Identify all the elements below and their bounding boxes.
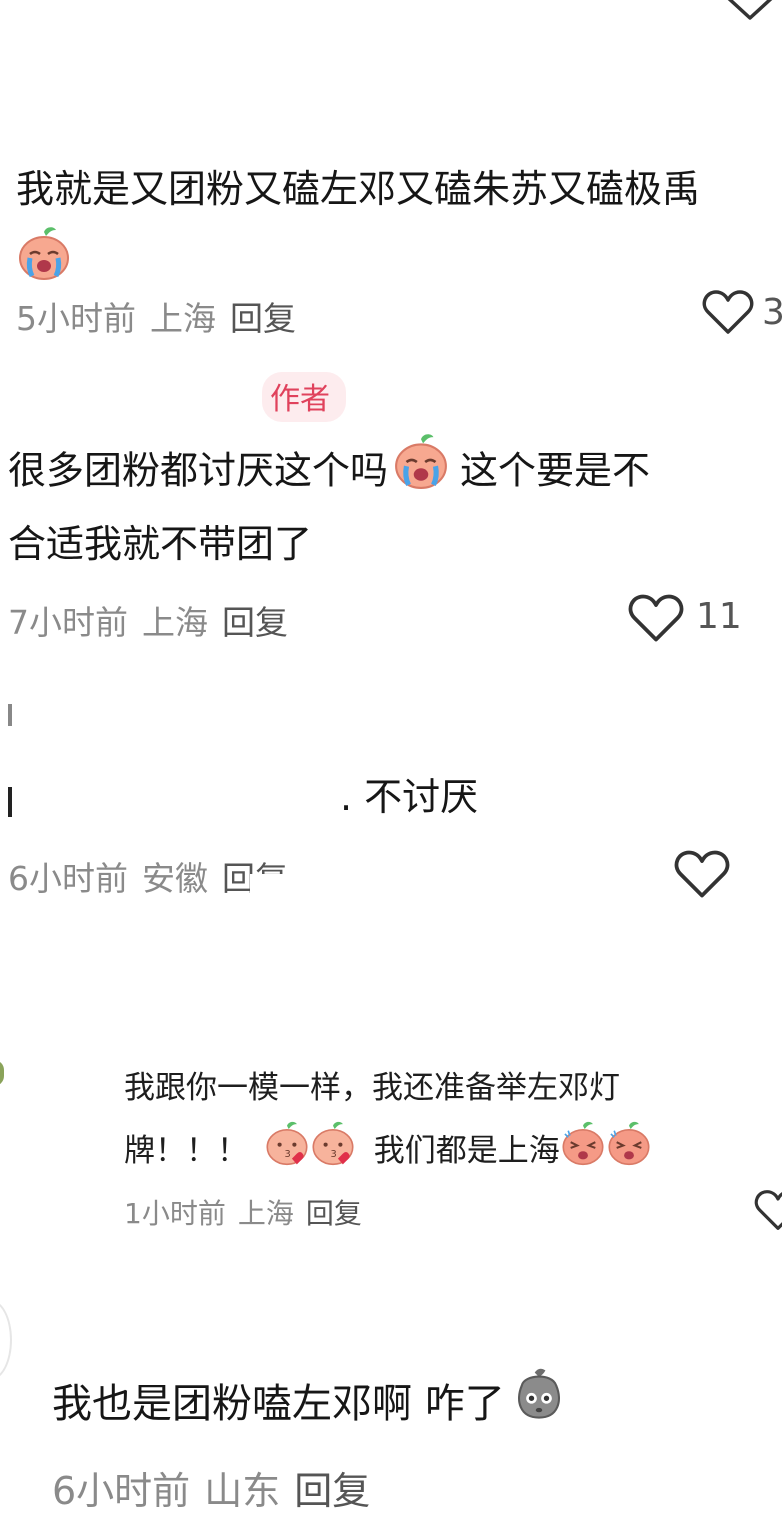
kissing-peach-emoji: 3 <box>264 1120 310 1185</box>
heart-outline-icon[interactable] <box>674 848 730 900</box>
reply-line-2: 牌！！！ 3 3 我们都是上海 <box>124 1120 652 1185</box>
like-count: 11 <box>696 596 742 637</box>
heart-outline-icon[interactable] <box>754 1188 782 1232</box>
avatar[interactable] <box>0 1300 12 1380</box>
reply-button[interactable]: 回复 <box>306 1197 362 1230</box>
crying-peach-emoji <box>390 433 452 513</box>
comment-time: 5小时前 <box>16 299 136 338</box>
comment-1-text: 我就是又团粉又磕左邓又磕朱苏又磕极禹 <box>16 167 701 211</box>
comment-time: 7小时前 <box>8 603 128 642</box>
chevron-down-icon[interactable] <box>722 0 778 28</box>
redaction-overlay <box>250 874 340 904</box>
comment-5-meta: 6小时前 山东 回复 <box>52 1460 384 1515</box>
reply-line-1: 我跟你一模一样，我还准备举左邓灯 <box>124 1070 620 1106</box>
comment-location: 上海 <box>142 603 208 642</box>
svg-text:3: 3 <box>284 1149 290 1160</box>
svg-text:3: 3 <box>330 1149 336 1160</box>
comment-2-line-2: 合适我就不带团了 <box>8 522 313 566</box>
comment-time: 1小时前 <box>124 1197 226 1230</box>
crying-peach-emoji <box>16 226 72 284</box>
kissing-peach-emoji: 3 <box>310 1120 356 1185</box>
angry-peach-emoji <box>560 1120 606 1185</box>
heart-outline-icon[interactable] <box>628 592 684 644</box>
heart-outline-icon[interactable] <box>702 288 754 336</box>
like-count: 3 <box>762 292 782 333</box>
reply-button[interactable]: 回复 <box>230 299 296 338</box>
redacted-username <box>8 704 12 726</box>
comment-time: 6小时前 <box>8 859 128 898</box>
reply-button[interactable]: 回复 <box>222 603 288 642</box>
comment-time: 6小时前 <box>52 1469 191 1513</box>
reply-button[interactable]: 回复 <box>294 1469 370 1513</box>
reply-meta: 1小时前 上海 回复 <box>124 1192 374 1232</box>
comment-location: 上海 <box>150 299 216 338</box>
comment-location: 上海 <box>237 1197 294 1230</box>
avatar[interactable] <box>0 1060 4 1086</box>
author-badge: 作者 <box>262 372 346 422</box>
redacted-text-mark <box>8 787 12 817</box>
comment-2-meta: 7小时前 上海 回复 <box>8 596 302 644</box>
comment-location: 山东 <box>204 1469 281 1513</box>
gray-blob-emoji <box>509 1364 569 1448</box>
comment-5-text: 我也是团粉嗑左邓啊 咋了 <box>52 1364 569 1448</box>
comment-location: 安徽 <box>142 859 208 898</box>
comment-2-line-1: 很多团粉都讨厌这个吗 这个要是不 <box>8 433 650 513</box>
comment-3-text: . 不讨厌 <box>340 775 479 819</box>
angry-peach-emoji <box>606 1120 652 1185</box>
comment-1-meta: 5小时前 上海 回复 <box>16 292 310 340</box>
